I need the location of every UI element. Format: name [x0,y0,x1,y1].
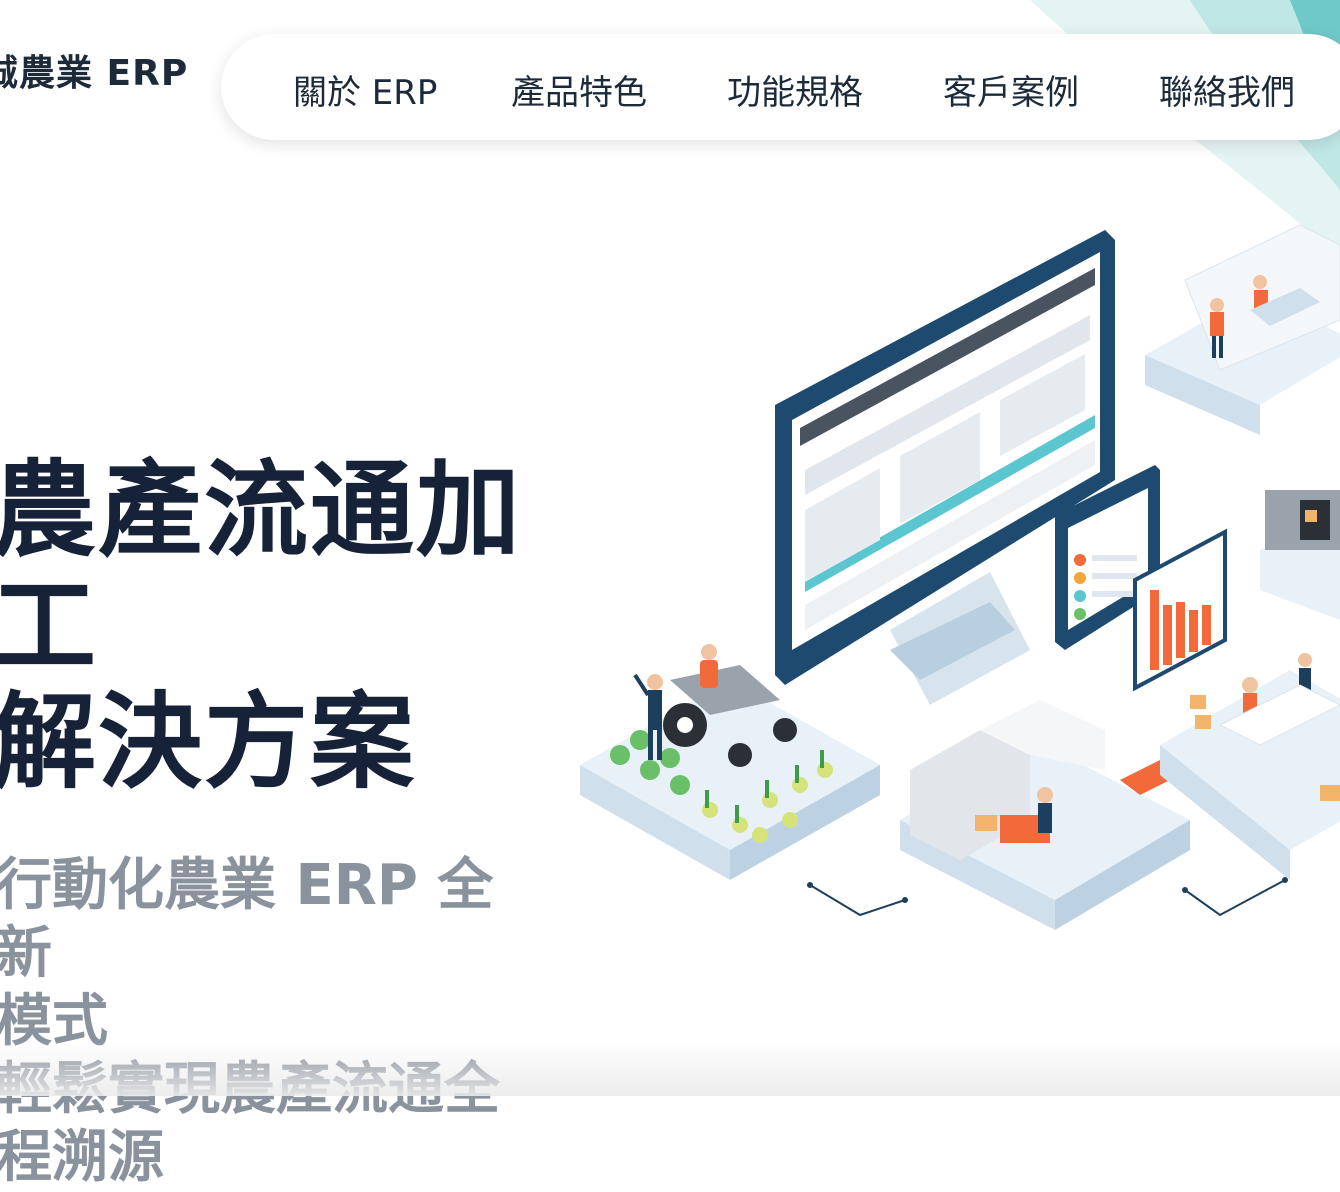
hero-title: 農產流通加 工 解決方案 [0,452,532,800]
office-platform [1145,224,1340,435]
storage-platform [1260,490,1340,620]
site-logo[interactable]: 誠農業 ERP [0,44,188,96]
nav-item-customer-cases[interactable]: 客戶案例 [943,65,1079,114]
hero-subtitle-line: 程溯源 [0,1125,164,1190]
hero-subtitle-line: 行動化農業 ERP 全新 [0,853,494,986]
nav-item-about-erp[interactable]: 關於 ERP [293,65,437,114]
warehouse-platform [900,700,1190,930]
erp-illustration [580,224,1340,930]
main-navigation: 關於 ERP 產品特色 功能規格 客戶案例 聯絡我們 [221,34,1340,140]
hero-subtitle: 行動化農業 ERP 全新 模式 輕鬆實現農產流通全 程溯源 [0,852,536,1192]
nav-item-specifications[interactable]: 功能規格 [727,65,863,114]
hero-title-line: 工 [0,565,99,687]
nav-item-product-features[interactable]: 產品特色 [511,65,647,114]
bottom-fade [0,1040,1340,1096]
hero-title-line: 農產流通加 [0,449,523,571]
nav-item-contact-us[interactable]: 聯絡我們 [1159,65,1295,114]
hero-title-line: 解決方案 [0,681,417,803]
